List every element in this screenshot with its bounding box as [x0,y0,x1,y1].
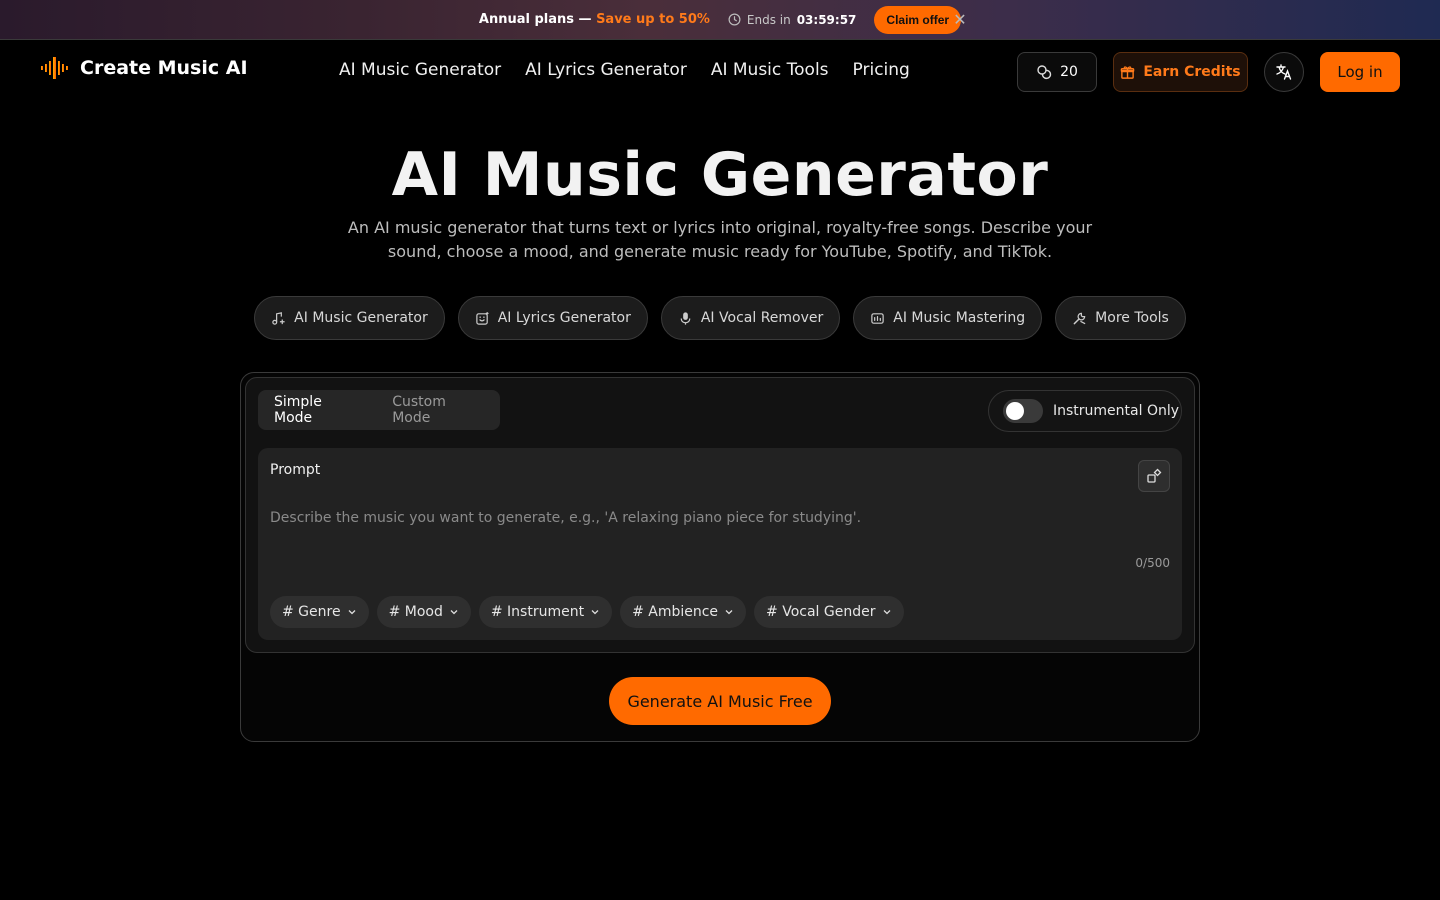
claim-offer-button[interactable]: Claim offer [874,5,962,34]
tab-custom-mode[interactable]: Custom Mode [380,394,496,426]
coins-icon [1037,65,1052,80]
site-header: Create Music AI AI Music Generator AI Ly… [0,40,1440,104]
tag-label: # Ambience [632,604,719,620]
tag-ambience-dropdown[interactable]: # Ambience [620,596,747,628]
nav-ai-music-tools[interactable]: AI Music Tools [711,60,829,80]
translate-icon [1276,64,1292,80]
tool-ai-vocal-remover[interactable]: AI Vocal Remover [660,296,841,340]
nav-ai-lyrics-generator[interactable]: AI Lyrics Generator [525,60,687,80]
page-subtitle: An AI music generator that turns text or… [347,218,1093,261]
toggle-switch[interactable] [1003,399,1043,423]
tools-icon [1073,312,1086,324]
instrumental-only-toggle[interactable]: Instrumental Only [988,390,1182,432]
instrumental-label: Instrumental Only [1053,403,1180,419]
lyrics-sparkle-icon [475,311,489,325]
prompt-field[interactable]: Prompt Describe the music you want to ge… [258,448,1182,640]
music-sparkle-icon [272,311,285,325]
promo-title: Annual plans — Save up to 50% [479,12,710,27]
tool-more-tools[interactable]: More Tools [1055,296,1186,340]
tag-label: # Vocal Gender [766,604,876,620]
countdown: 03:59:57 [796,12,857,27]
chevron-down-icon [883,610,890,615]
shapes-icon [1147,468,1162,483]
tool-label: AI Vocal Remover [700,310,824,326]
chevron-down-icon [591,610,599,615]
gift-icon [1121,65,1135,79]
main-nav: AI Music Generator AI Lyrics Generator A… [339,60,910,80]
brand-name: Create Music AI [80,57,248,79]
tag-vocal-gender-dropdown[interactable]: # Vocal Gender [754,596,904,628]
credits-button[interactable]: 20 [1017,52,1097,92]
char-count: 0/500 [1135,556,1170,570]
toggle-knob [1006,402,1024,420]
tool-label: AI Music Generator [294,310,428,326]
tool-ai-lyrics-generator[interactable]: AI Lyrics Generator [457,296,648,340]
nav-pricing[interactable]: Pricing [853,60,910,80]
promo-title-prefix: Annual plans — [478,12,597,27]
close-icon[interactable]: ✕ [951,11,969,29]
tag-mood-dropdown[interactable]: # Mood [376,596,471,628]
credits-count: 20 [1060,64,1078,80]
login-button[interactable]: Log in [1320,52,1400,92]
promo-banner: Annual plans — Save up to 50% Ends in 03… [0,0,1440,40]
tag-label: # Mood [388,604,443,620]
brand-logo[interactable]: Create Music AI [40,56,248,80]
promo-discount: Save up to 50% [596,12,710,27]
tag-dropdowns: # Genre # Mood # Instrument # Ambience #… [270,596,904,628]
tool-tabs: AI Music Generator AI Lyrics Generator A… [0,296,1440,340]
prompt-label: Prompt [270,462,321,478]
prompt-input[interactable]: Describe the music you want to generate,… [270,510,1130,526]
tool-ai-music-generator[interactable]: AI Music Generator [254,296,445,340]
earn-credits-button[interactable]: Earn Credits [1113,52,1248,92]
clock-icon [728,13,741,26]
tag-instrument-dropdown[interactable]: # Instrument [478,596,613,628]
generate-button[interactable]: Generate AI Music Free [609,677,831,725]
chevron-down-icon [450,610,458,615]
ends-in-label: Ends in [746,12,791,27]
tag-label: # Instrument [490,604,585,620]
tag-label: # Genre [282,604,341,620]
mode-switcher: Simple Mode Custom Mode [258,390,500,430]
mastering-icon [871,312,884,324]
tool-label: AI Music Mastering [893,310,1026,326]
earn-credits-label: Earn Credits [1143,64,1241,80]
nav-ai-music-generator[interactable]: AI Music Generator [339,60,501,80]
chevron-down-icon [725,610,733,615]
microphone-icon [680,311,691,325]
language-button[interactable] [1264,52,1304,92]
page-title: AI Music Generator [391,140,1049,210]
tool-ai-music-mastering[interactable]: AI Music Mastering [853,296,1043,340]
chevron-down-icon [348,610,356,615]
waveform-logo-icon [41,57,68,79]
tab-simple-mode[interactable]: Simple Mode [262,394,372,426]
tool-label: AI Lyrics Generator [497,310,631,326]
promo-timer: Ends in 03:59:57 [728,12,857,27]
prompt-inspiration-button[interactable] [1138,460,1170,492]
tool-label: More Tools [1095,310,1169,326]
tag-genre-dropdown[interactable]: # Genre [270,596,369,628]
